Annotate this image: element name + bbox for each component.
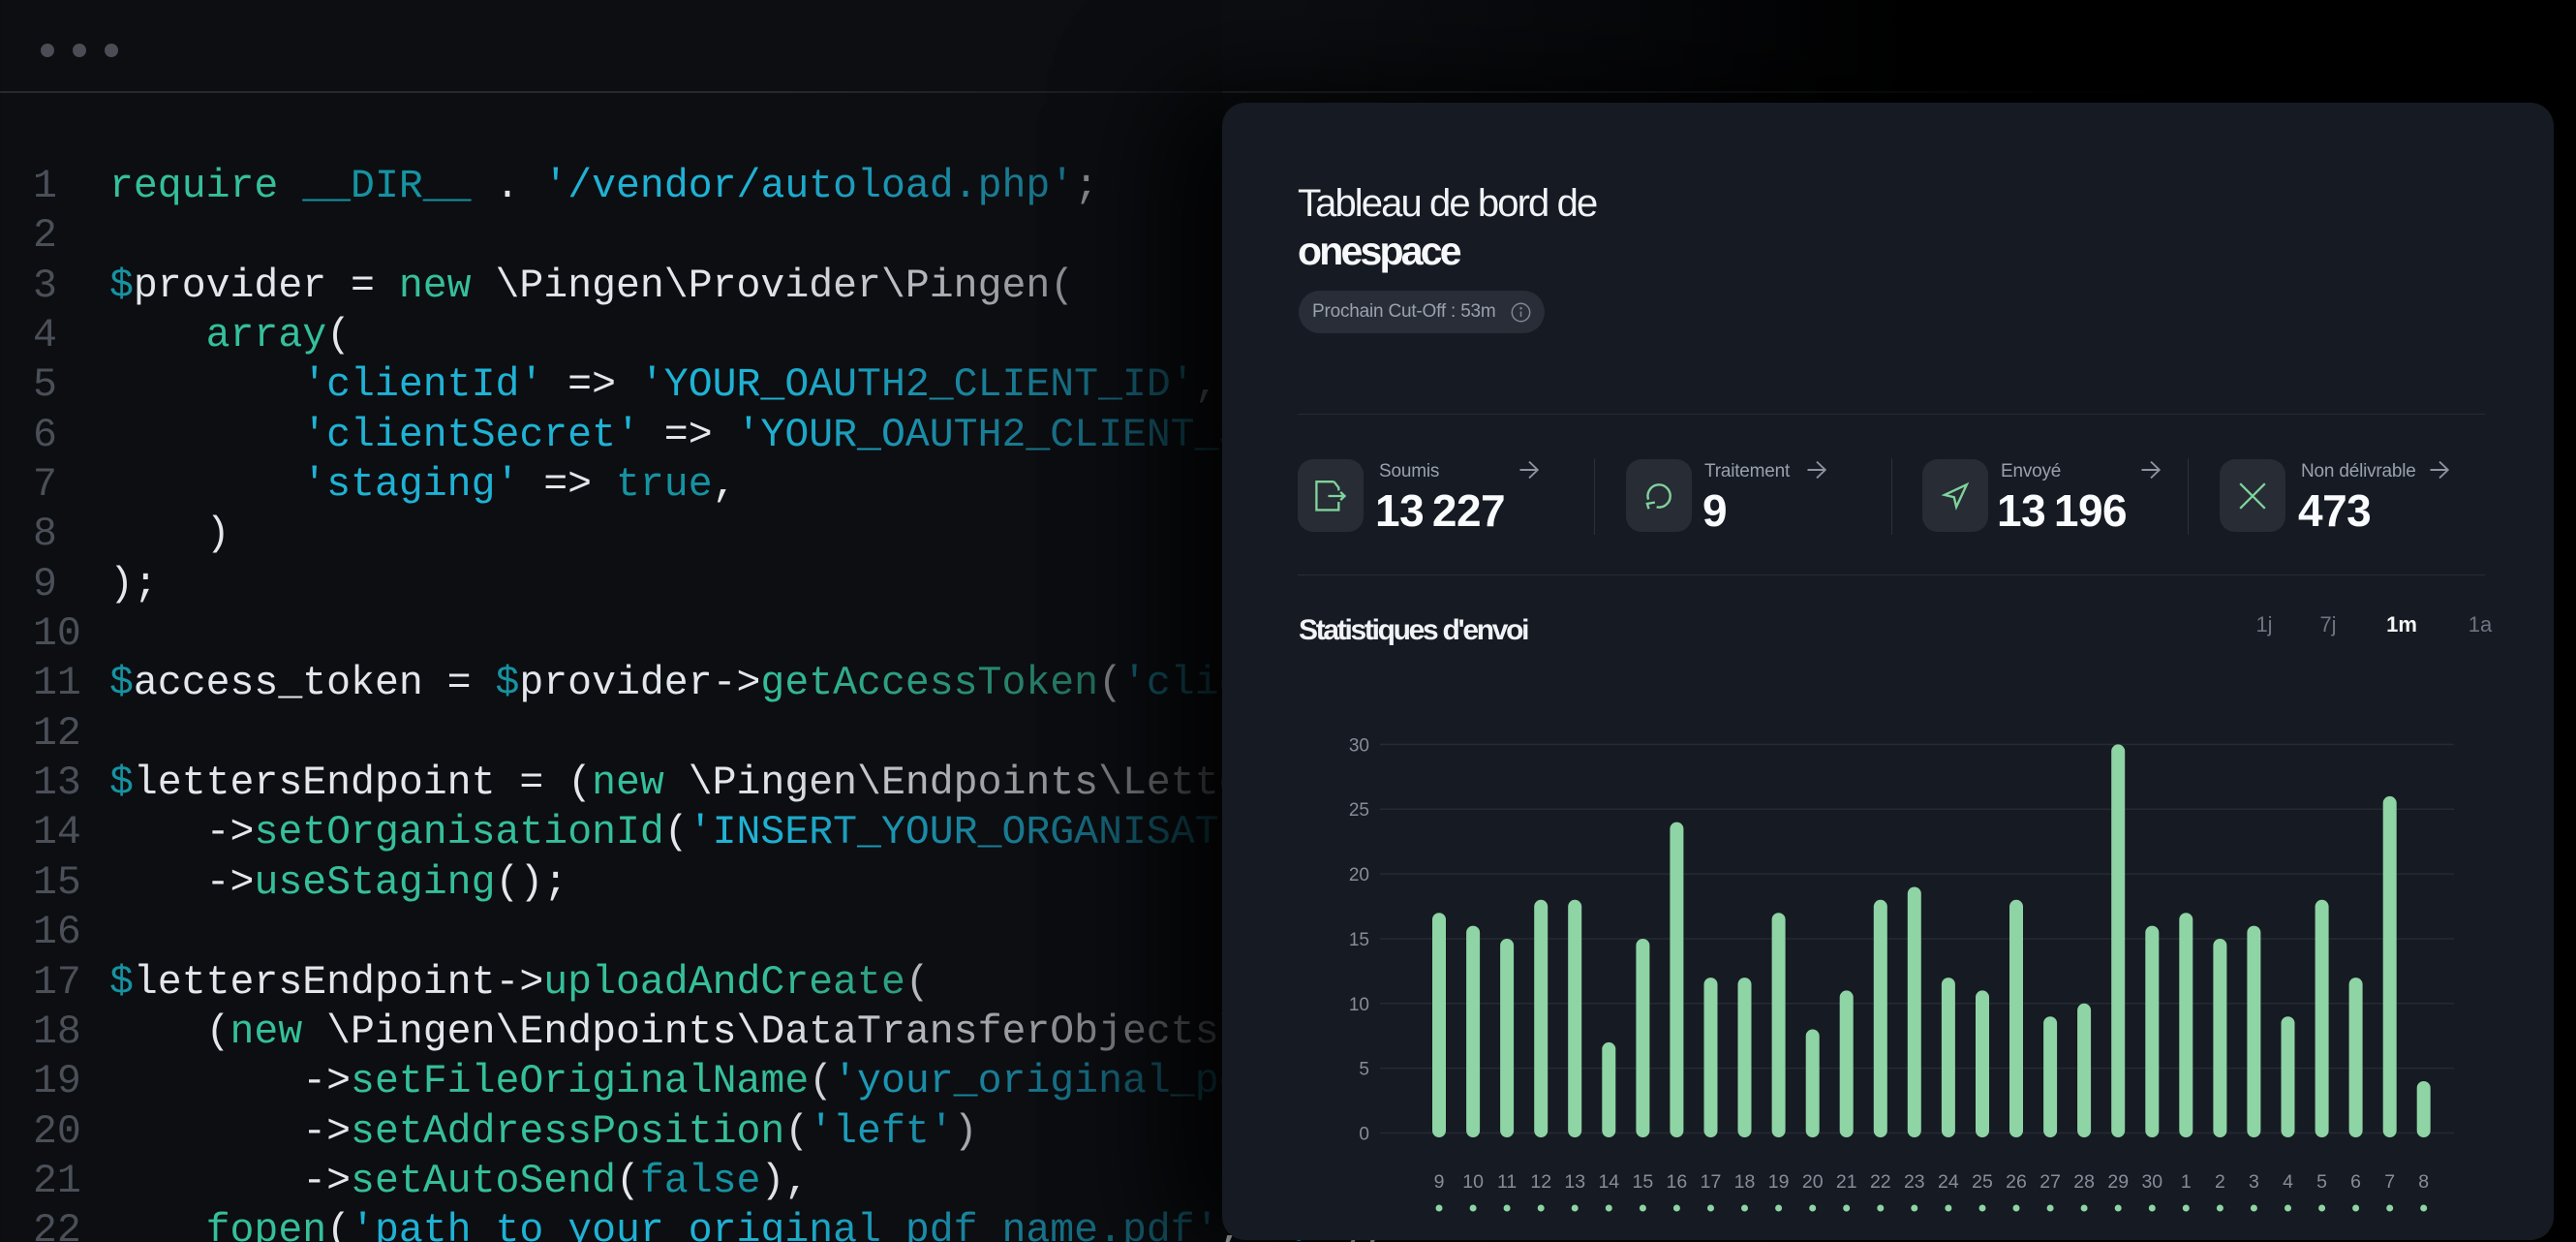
svg-text:27: 27: [2039, 1171, 2061, 1193]
svg-text:5: 5: [2316, 1171, 2327, 1193]
svg-text:23: 23: [1904, 1171, 1925, 1193]
svg-text:21: 21: [1836, 1171, 1857, 1193]
svg-text:25: 25: [1349, 800, 1369, 821]
svg-text:6: 6: [2350, 1171, 2361, 1193]
svg-text:28: 28: [2073, 1171, 2095, 1193]
svg-text:14: 14: [1598, 1171, 1619, 1193]
svg-text:15: 15: [1633, 1171, 1654, 1193]
svg-text:20: 20: [1802, 1171, 1824, 1193]
svg-text:30: 30: [2141, 1171, 2162, 1193]
svg-text:5: 5: [1359, 1060, 1369, 1080]
svg-text:2: 2: [2215, 1171, 2225, 1193]
svg-text:29: 29: [2107, 1171, 2129, 1193]
svg-text:10: 10: [1349, 995, 1369, 1015]
svg-text:22: 22: [1870, 1171, 1891, 1193]
svg-text:0: 0: [1359, 1125, 1369, 1145]
svg-text:18: 18: [1734, 1171, 1756, 1193]
svg-text:16: 16: [1667, 1171, 1688, 1193]
svg-text:1: 1: [2181, 1171, 2192, 1193]
svg-text:9: 9: [1434, 1171, 1445, 1193]
svg-text:11: 11: [1497, 1171, 1517, 1193]
svg-text:25: 25: [1972, 1171, 1993, 1193]
svg-text:8: 8: [2418, 1171, 2429, 1193]
svg-text:12: 12: [1530, 1171, 1551, 1193]
svg-text:17: 17: [1701, 1171, 1722, 1193]
svg-text:24: 24: [1938, 1171, 1959, 1193]
svg-text:4: 4: [2283, 1171, 2293, 1193]
svg-text:30: 30: [1349, 735, 1369, 756]
svg-text:3: 3: [2249, 1171, 2259, 1193]
svg-text:13: 13: [1564, 1171, 1585, 1193]
svg-text:19: 19: [1768, 1171, 1790, 1193]
svg-text:7: 7: [2384, 1171, 2395, 1193]
svg-text:15: 15: [1349, 930, 1369, 950]
svg-text:10: 10: [1462, 1171, 1484, 1193]
svg-text:26: 26: [2006, 1171, 2027, 1193]
svg-text:20: 20: [1349, 865, 1369, 885]
